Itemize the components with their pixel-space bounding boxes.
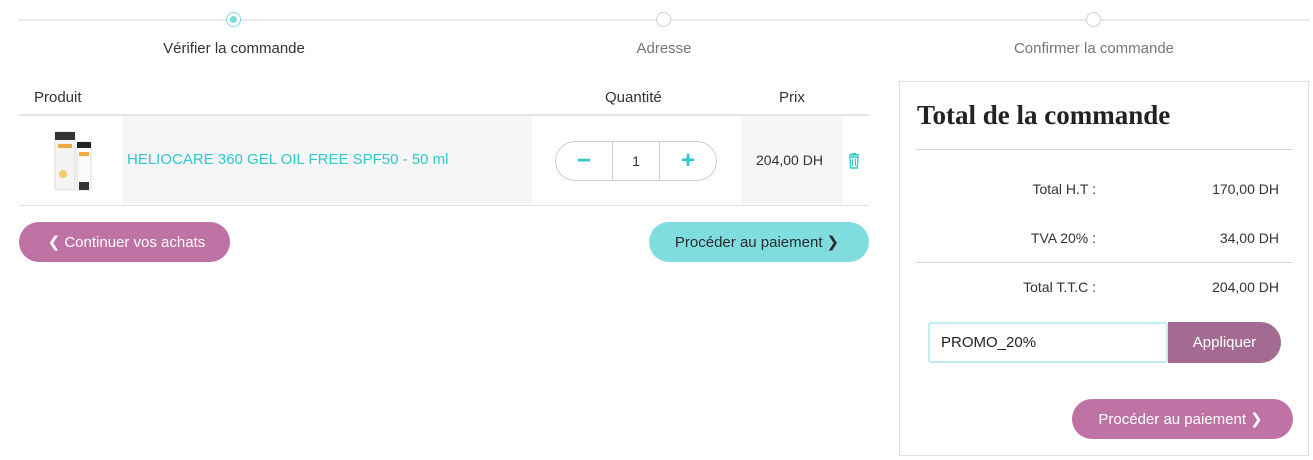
total-ttc-label: Total T.T.C : xyxy=(1023,279,1096,295)
header-quantity: Quantité xyxy=(605,89,662,106)
continue-shopping-button[interactable]: ❮ Continuer vos achats xyxy=(19,222,230,262)
promo-code-input[interactable] xyxy=(928,322,1168,363)
order-summary-panel: Total de la commande Total H.T : 170,00 … xyxy=(899,81,1309,456)
product-name-cell: HELIOCARE 360 GEL OIL FREE SPF50 - 50 ml xyxy=(122,116,532,205)
price-cell: 204,00 DH xyxy=(741,116,843,205)
step-dot-confirm xyxy=(1086,12,1101,27)
summary-divider xyxy=(916,149,1293,150)
chevron-right-icon: ❯ xyxy=(1250,411,1263,428)
total-ht-value: 170,00 DH xyxy=(1212,181,1279,197)
quantity-decrement-button[interactable]: − xyxy=(556,142,612,180)
step-dot-verify xyxy=(226,12,241,27)
quantity-increment-button[interactable]: + xyxy=(660,142,716,180)
tva-value: 34,00 DH xyxy=(1219,230,1279,246)
header-product: Produit xyxy=(34,89,82,106)
chevron-left-icon: ❮ xyxy=(47,234,61,251)
step-label-verify: Vérifier la commande xyxy=(163,40,305,57)
summary-divider xyxy=(916,262,1293,263)
step-dot-address xyxy=(656,12,671,27)
checkout-stepper: Vérifier la commande Adresse Confirmer l… xyxy=(0,0,1313,70)
chevron-right-icon: ❯ xyxy=(826,234,840,251)
summary-checkout-label: Procéder au paiement xyxy=(1098,410,1246,428)
total-ttc-value: 204,00 DH xyxy=(1212,279,1279,295)
summary-title: Total de la commande xyxy=(917,100,1171,130)
total-ht-label: Total H.T : xyxy=(1032,181,1096,197)
minus-icon: − xyxy=(576,147,591,174)
summary-checkout-button[interactable]: Procéder au paiement ❯ xyxy=(1072,399,1293,439)
continue-shopping-label: Continuer vos achats xyxy=(64,233,206,251)
tva-label: TVA 20% : xyxy=(1030,230,1096,246)
quantity-stepper: − 1 + xyxy=(555,141,717,181)
quantity-value[interactable]: 1 xyxy=(612,142,660,180)
cart-row: HELIOCARE 360 GEL OIL FREE SPF50 - 50 ml… xyxy=(19,116,869,206)
cart-header: Produit Quantité Prix xyxy=(19,82,869,116)
item-price: 204,00 DH xyxy=(756,152,823,168)
trash-icon[interactable] xyxy=(847,153,861,169)
checkout-button[interactable]: Procéder au paiement ❯ xyxy=(649,222,869,262)
checkout-label: Procéder au paiement xyxy=(674,233,823,251)
header-price: Prix xyxy=(779,89,805,106)
step-label-address: Adresse xyxy=(636,40,692,57)
product-image[interactable] xyxy=(49,130,99,192)
apply-promo-label: Appliquer xyxy=(1192,334,1257,351)
cart-table: Produit Quantité Prix HELIOCARE 360 GEL … xyxy=(19,82,869,206)
product-name-link[interactable]: HELIOCARE 360 GEL OIL FREE SPF50 - 50 ml xyxy=(127,151,449,168)
step-label-confirm: Confirmer la commande xyxy=(1013,40,1175,57)
apply-promo-button[interactable]: Appliquer xyxy=(1168,322,1281,363)
plus-icon: + xyxy=(680,147,695,174)
